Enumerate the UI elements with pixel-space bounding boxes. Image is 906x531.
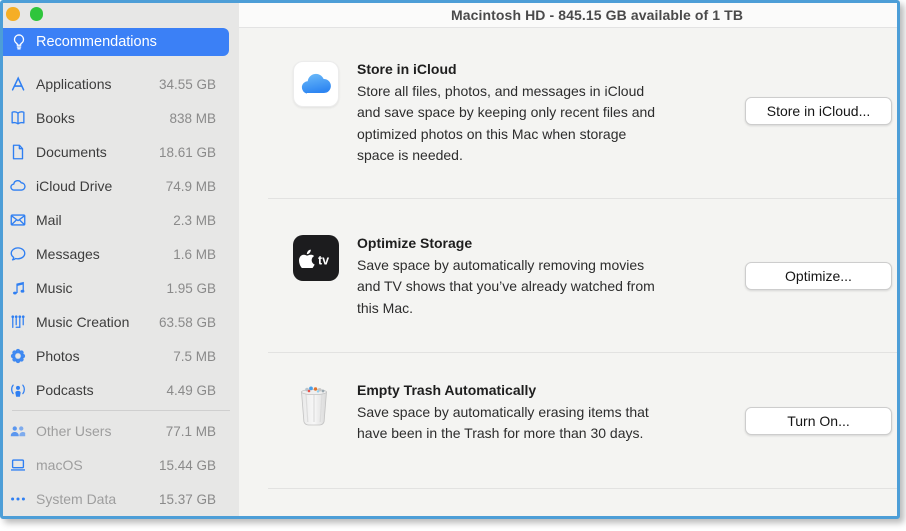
sidebar-item-podcasts[interactable]: Podcasts 4.49 GB (3, 373, 239, 407)
sidebar-divider (12, 410, 230, 411)
apple-tv-app-icon: tv (293, 235, 339, 281)
recommendation-optimize-storage: tv Optimize Storage Save space by automa… (239, 199, 897, 352)
document-icon (8, 142, 28, 162)
podcast-icon (8, 380, 28, 400)
sidebar: Recommendations Applications 34.55 GB (3, 3, 239, 516)
titlebar: Macintosh HD - 845.15 GB available of 1 … (239, 3, 897, 28)
zoom-button[interactable] (30, 7, 44, 21)
sidebar-item-macos[interactable]: macOS 15.44 GB (3, 448, 239, 482)
section-text: Store in iCloud Store all files, photos,… (357, 61, 745, 198)
section-title: Optimize Storage (357, 235, 745, 251)
window-title: Macintosh HD - 845.15 GB available of 1 … (451, 7, 743, 23)
sidebar-item-messages[interactable]: Messages 1.6 MB (3, 237, 239, 271)
sidebar-item-documents[interactable]: Documents 18.61 GB (3, 135, 239, 169)
sidebar-item-system-data[interactable]: System Data 15.37 GB (3, 482, 239, 516)
turn-on-button[interactable]: Turn On... (745, 407, 892, 435)
section-text: Optimize Storage Save space by automatic… (357, 235, 745, 352)
section-divider (268, 488, 897, 489)
sidebar-item-music[interactable]: Music 1.95 GB (3, 271, 239, 305)
section-title: Store in iCloud (357, 61, 745, 77)
section-title: Empty Trash Automatically (357, 382, 745, 398)
trash-full-icon (293, 382, 339, 428)
sidebar-item-applications[interactable]: Applications 34.55 GB (3, 67, 239, 101)
sidebar-item-books[interactable]: Books 838 MB (3, 101, 239, 135)
section-description: Store all files, photos, and messages in… (357, 81, 745, 166)
recommendation-empty-trash: Empty Trash Automatically Save space by … (239, 353, 897, 488)
faders-icon (8, 312, 28, 332)
speech-bubble-icon (8, 244, 28, 264)
minimize-button[interactable] (6, 7, 20, 21)
two-users-icon (8, 421, 28, 441)
section-text: Empty Trash Automatically Save space by … (357, 382, 745, 488)
main-content: Macintosh HD - 845.15 GB available of 1 … (239, 3, 897, 516)
app-store-a-icon (8, 74, 28, 94)
sidebar-item-icloud-drive[interactable]: iCloud Drive 74.9 MB (3, 169, 239, 203)
storage-management-window: Recommendations Applications 34.55 GB (0, 0, 900, 519)
traffic-lights (3, 3, 239, 25)
ellipsis-icon (8, 489, 28, 509)
store-in-icloud-button[interactable]: Store in iCloud... (745, 97, 892, 125)
section-description: Save space by automatically removing mov… (357, 255, 745, 319)
recommendation-store-in-icloud: Store in iCloud Store all files, photos,… (239, 28, 897, 198)
sidebar-item-mail[interactable]: Mail 2.3 MB (3, 203, 239, 237)
sidebar-item-music-creation[interactable]: Music Creation 63.58 GB (3, 305, 239, 339)
cloud-icon (8, 176, 28, 196)
optimize-button[interactable]: Optimize... (745, 262, 892, 290)
envelope-icon (8, 210, 28, 230)
pinwheel-icon (8, 346, 28, 366)
sidebar-list: Applications 34.55 GB Books 838 MB (3, 67, 239, 516)
svg-text:tv: tv (318, 254, 329, 268)
sidebar-item-photos[interactable]: Photos 7.5 MB (3, 339, 239, 373)
sidebar-item-other-users[interactable]: Other Users 77.1 MB (3, 414, 239, 448)
lightbulb-icon (9, 32, 29, 52)
music-note-icon (8, 278, 28, 298)
laptop-icon (8, 455, 28, 475)
open-book-icon (8, 108, 28, 128)
sidebar-item-recommendations[interactable]: Recommendations (3, 28, 229, 56)
icloud-app-icon (293, 61, 339, 107)
sidebar-item-label: Recommendations (36, 34, 157, 50)
section-description: Save space by automatically erasing item… (357, 402, 745, 445)
